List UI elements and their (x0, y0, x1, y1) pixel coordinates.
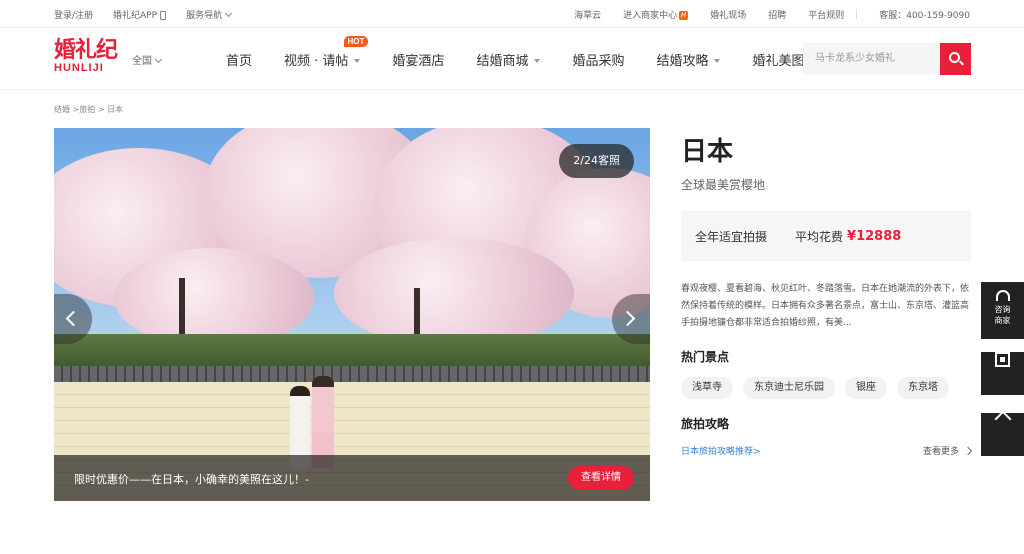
nav-label: 结婚商城 (476, 53, 529, 69)
photo-counter: 2/24客照 (559, 144, 634, 178)
merchant-badge: H (679, 10, 689, 20)
nav-label: 婚礼美图 (752, 53, 805, 69)
logo-en: HUNLIJI (54, 62, 104, 74)
top-bar-right: 海草云 进入商家中心 H 婚礼现场 招聘 平台规则 客服：400-159-9090 (574, 0, 970, 28)
nav-item-home[interactable]: 首页 (226, 50, 252, 69)
view-detail-button[interactable]: 查看详情 (568, 466, 634, 490)
photo-hedge (54, 334, 650, 368)
photo-blossom (114, 248, 314, 348)
qr-code-icon (995, 352, 1010, 367)
nav-item-video-invitation[interactable]: 视频 · 请帖 HOT (284, 35, 369, 69)
destination-subtitle: 全球最美赏樱地 (681, 178, 766, 192)
guide-row: 日本旅拍攻略推荐> 查看更多 (681, 444, 973, 457)
search-icon-handle (959, 60, 964, 66)
caret-down-icon (714, 59, 721, 63)
avg-cost-value: ¥12888 (847, 228, 902, 244)
nav-label: 首页 (226, 53, 253, 69)
nav-label: 婚宴酒店 (392, 53, 445, 69)
hot-badge: HOT (343, 35, 369, 47)
destination-title: 日本 (681, 137, 734, 167)
nav-item-purchase[interactable]: 婚品采购 (572, 50, 624, 69)
nav-item-mall[interactable]: 结婚商城 (476, 50, 541, 69)
chevron-up-icon (994, 410, 1011, 428)
promo-text: 限时优惠价——在日本，小确幸的美照在这儿！- (74, 473, 309, 486)
destination-info: 日本 全球最美赏樱地 全年适宜拍摄 平均花费 ¥12888 春观夜樱、夏看碧海、… (681, 128, 973, 457)
service-nav-dropdown[interactable]: 服务导航 (186, 8, 233, 21)
login-link[interactable]: 登录/注册 (54, 8, 93, 21)
chevron-right-icon (619, 310, 636, 327)
spot-tag[interactable]: 银座 (845, 377, 887, 399)
nav-label: 结婚攻略 (656, 53, 709, 69)
wedding-scene-link[interactable]: 婚礼现场 (710, 8, 746, 21)
logo[interactable]: 婚礼纪 HUNLIJI (54, 38, 118, 78)
nav-item-hotel[interactable]: 婚宴酒店 (392, 50, 444, 69)
merchant-center-link[interactable]: 进入商家中心 H (623, 8, 689, 21)
chevron-right-icon (963, 446, 973, 456)
headset-icon (995, 290, 1010, 301)
caret-down-icon (534, 59, 541, 63)
divider (856, 9, 858, 19)
recruit-link[interactable]: 招聘 (768, 8, 786, 21)
spot-tag[interactable]: 浅草寺 (681, 377, 733, 399)
search-box: 马卡龙系少女婚礼 (803, 43, 971, 75)
spots-heading: 热门景点 (681, 350, 730, 364)
service-nav-label: 服务导航 (186, 10, 223, 21)
nav-item-guide[interactable]: 结婚攻略 (656, 50, 721, 69)
stats-box: 全年适宜拍摄 平均花费 ¥12888 (681, 211, 971, 261)
chevron-left-icon (65, 310, 82, 327)
qr-code-button[interactable] (981, 352, 1024, 395)
merchant-label: 商家 (994, 316, 1011, 325)
consult-label: 咨询 (994, 305, 1011, 314)
floating-sidebar: 咨询 商家 (981, 282, 1024, 457)
city-label: 全国 (132, 56, 152, 67)
breadcrumb[interactable]: 结婚 >旅拍 > 日本 (54, 104, 123, 115)
nav-label: 视频 · 请帖 (284, 53, 349, 69)
see-more-label: 查看更多 (922, 447, 959, 457)
chevron-down-icon (154, 55, 163, 64)
back-to-top-button[interactable] (981, 410, 1024, 456)
merchant-center-label: 进入商家中心 (623, 10, 678, 21)
city-selector[interactable]: 全国 (132, 52, 163, 67)
main-nav: 首页 视频 · 请帖 HOT 婚宴酒店 结婚商城 婚品采购 结婚攻略 婚礼美图 (226, 28, 849, 90)
chevron-down-icon (225, 9, 233, 17)
guide-link[interactable]: 日本旅拍攻略推荐> (681, 444, 761, 457)
haicaoyun-link[interactable]: 海草云 (574, 8, 601, 21)
photo-blossom (334, 238, 574, 348)
top-bar: 登录/注册 婚礼纪APP 服务导航 海草云 进入商家中心 H 婚礼现场 招聘 平台… (0, 0, 1024, 28)
search-input[interactable]: 马卡龙系少女婚礼 (803, 43, 940, 75)
consult-merchant-button[interactable]: 咨询 商家 (981, 282, 1024, 339)
caret-down-icon (354, 59, 361, 63)
avg-cost-label: 平均花费 (795, 229, 844, 244)
search-button[interactable] (940, 43, 971, 75)
top-bar-left: 登录/注册 婚礼纪APP 服务导航 (54, 0, 233, 28)
spot-tag[interactable]: 东京迪士尼乐园 (743, 377, 835, 399)
hero-carousel[interactable]: 2/24客照 限时优惠价——在日本，小确幸的美照在这儿！- 查看详情 (54, 128, 650, 501)
hotline: 客服：400-159-9090 (879, 10, 970, 21)
app-link[interactable]: 婚礼纪APP (113, 8, 167, 21)
nav-label: 婚品采购 (572, 53, 625, 69)
destination-description: 春观夜樱、夏看碧海、秋见红叶、冬踏落雪。日本在她潮流的外表下，依然保持着传统的模… (681, 284, 970, 328)
see-more-link[interactable]: 查看更多 (922, 444, 973, 457)
app-link-label: 婚礼纪APP (113, 10, 158, 21)
spot-tag[interactable]: 东京塔 (897, 377, 949, 399)
season-text: 全年适宜拍摄 (695, 229, 768, 244)
spots-list: 浅草寺 东京迪士尼乐园 银座 东京塔 (681, 377, 971, 399)
logo-cn: 婚礼纪 (54, 37, 118, 63)
rules-link[interactable]: 平台规则 (808, 8, 844, 21)
promo-bar: 限时优惠价——在日本，小确幸的美照在这儿！- 查看详情 (54, 455, 650, 501)
phone-icon (160, 10, 167, 20)
guide-heading: 旅拍攻略 (681, 417, 730, 431)
